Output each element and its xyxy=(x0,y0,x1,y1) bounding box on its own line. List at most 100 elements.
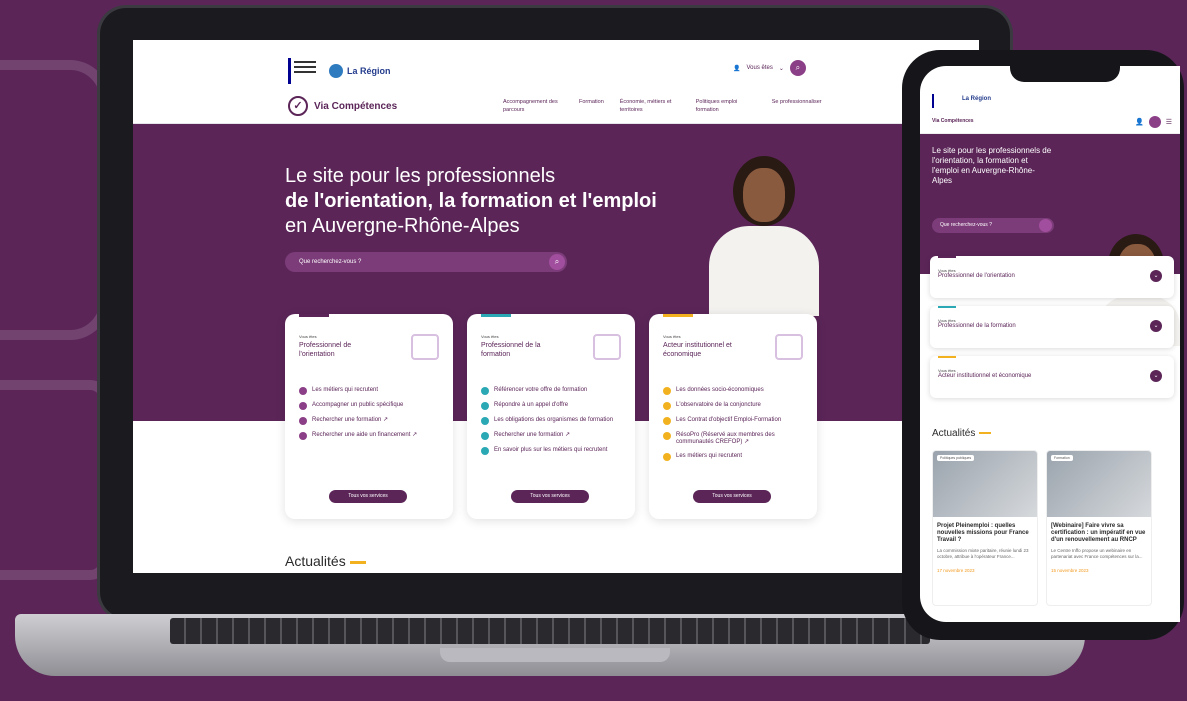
profile-card-formation: Vous êtes Professionnel de la formation … xyxy=(467,314,635,519)
brand-name[interactable]: Via Compétences xyxy=(932,118,974,124)
mobile-news-title: Actualités xyxy=(932,428,992,439)
all-services-button[interactable]: Tous vos services xyxy=(511,490,589,503)
nav-item-formation[interactable]: Formation xyxy=(579,98,604,114)
hero-title-line1: Le site pour les professionnels xyxy=(285,165,556,187)
mobile-profile-card[interactable]: Vous êtes Acteur institutionnel et écono… xyxy=(930,356,1174,398)
news-date: 15 novembre 2023 xyxy=(1051,568,1089,573)
list-item[interactable]: Les données socio-économiques xyxy=(663,387,803,395)
region-logo-text[interactable]: La Région xyxy=(962,96,991,102)
search-placeholder: Que recherchez-vous ? xyxy=(299,259,362,265)
list-item[interactable]: En savoir plus sur les métiers qui recru… xyxy=(481,447,621,455)
region-logo-icon xyxy=(329,64,343,78)
mobile-profile-card[interactable]: Vous êtes Professionnel de la formation … xyxy=(930,306,1174,348)
phone-notch xyxy=(1010,60,1120,82)
list-item[interactable]: Les obligations des organismes de format… xyxy=(481,417,621,425)
list-item[interactable]: Rechercher une formation ↗ xyxy=(481,432,621,440)
news-card[interactable]: Formation [Webinaire] Faire vivre sa cer… xyxy=(1046,450,1152,606)
mobile-hero: Le site pour les professionnels de l'ori… xyxy=(920,134,1180,346)
government-logo xyxy=(288,58,316,84)
list-item[interactable]: Accompagner un public spécifique xyxy=(299,402,439,410)
nav-item-accompagnement[interactable]: Accompagnement des parcours xyxy=(503,98,563,114)
news-image: Politiques publiques xyxy=(933,451,1037,517)
mobile-search-input[interactable]: Que recherchez-vous ? xyxy=(932,218,1054,233)
search-icon[interactable]: ⌕ xyxy=(789,60,806,76)
user-icon[interactable]: 👤 xyxy=(1135,118,1144,126)
hero-title-line3: en Auvergne-Rhône-Alpes xyxy=(285,215,520,237)
search-icon[interactable] xyxy=(1148,116,1161,128)
hamburger-menu-icon[interactable]: ☰ xyxy=(1166,118,1172,126)
arrow-icon xyxy=(299,417,307,425)
brand-name: Via Compétences xyxy=(314,100,398,112)
list-item[interactable]: RésoPro (Réservé aux membres des communa… xyxy=(663,432,803,446)
background-decoration xyxy=(0,380,110,580)
nav-item-professionnaliser[interactable]: Se professionnaliser xyxy=(772,98,822,114)
user-menu-label: Vous êtes xyxy=(746,65,773,71)
news-card[interactable]: Politiques publiques Projet Pleinemploi … xyxy=(932,450,1038,606)
news-image: Formation xyxy=(1047,451,1151,517)
nav-item-economie[interactable]: Économie, métiers et territoires xyxy=(620,98,680,114)
arrow-icon xyxy=(299,387,307,395)
chevron-down-icon: ⌄ xyxy=(778,65,784,72)
search-icon[interactable]: ⌕ xyxy=(549,254,565,270)
card-title: Professionnel de la formation xyxy=(481,342,541,358)
hero-title: Le site pour les professionnels de l'ori… xyxy=(285,164,725,239)
all-services-button[interactable]: Tous vos services xyxy=(329,490,407,503)
arrow-icon xyxy=(663,417,671,425)
list-item[interactable]: Les Contrat d'objectif Emploi-Formation xyxy=(663,417,803,425)
government-logo xyxy=(932,94,950,108)
arrow-icon xyxy=(663,432,671,440)
news-section-title: Actualités xyxy=(285,553,366,569)
news-headline: [Webinaire] Faire vivre sa certification… xyxy=(1051,523,1146,543)
region-logo-text: La Région xyxy=(347,66,391,76)
arrow-icon xyxy=(481,417,489,425)
orientation-illustration-icon xyxy=(411,334,439,360)
profile-cards: Vous êtes Professionnel de l'orientation… xyxy=(285,314,817,519)
hero-search-input[interactable]: Que recherchez-vous ? ⌕ xyxy=(285,252,567,272)
institution-illustration-icon xyxy=(775,334,803,360)
profile-card-orientation: Vous êtes Professionnel de l'orientation… xyxy=(285,314,453,519)
mobile-profile-card[interactable]: Vous êtes Professionnel de l'orientation… xyxy=(930,256,1174,298)
laptop-screen: La Région ✓ Via Compétences 👤 Vous êtes … xyxy=(133,40,979,573)
list-item[interactable]: Répondre à un appel d'offre xyxy=(481,402,621,410)
formation-illustration-icon xyxy=(593,334,621,360)
laptop-keyboard xyxy=(170,618,930,644)
chevron-down-icon[interactable]: ⌄ xyxy=(1150,320,1162,332)
arrow-icon xyxy=(299,432,307,440)
arrow-icon xyxy=(481,447,489,455)
news-summary: Le Centre Inffo propose un webinaire en … xyxy=(1051,548,1143,559)
background-decoration xyxy=(0,60,110,340)
mobile-hero-title: Le site pour les professionnels de l'ori… xyxy=(932,146,1052,185)
all-services-button[interactable]: Tous vos services xyxy=(693,490,771,503)
region-logo[interactable]: La Région xyxy=(329,64,391,78)
list-item[interactable]: Rechercher une aide un financement ↗ xyxy=(299,432,439,440)
arrow-icon xyxy=(299,402,307,410)
arrow-icon xyxy=(663,453,671,461)
profile-card-institutionnel: Vous êtes Acteur institutionnel et écono… xyxy=(649,314,817,519)
hero-title-line2: de l'orientation, la formation et l'empl… xyxy=(285,190,657,212)
card-title: Acteur institutionnel et économique xyxy=(663,342,732,358)
news-tag: Formation xyxy=(1051,455,1073,461)
nav-item-politiques[interactable]: Politiques emploi formation xyxy=(696,98,756,114)
chevron-down-icon[interactable]: ⌄ xyxy=(1150,270,1162,282)
arrow-icon xyxy=(481,402,489,410)
list-item[interactable]: Les métiers qui recrutent xyxy=(663,453,803,461)
news-headline: Projet Pleinemploi : quelles nouvelles m… xyxy=(937,523,1029,543)
checkmark-icon: ✓ xyxy=(288,96,308,116)
main-nav: Accompagnement des parcours Formation Éc… xyxy=(503,98,822,114)
list-item[interactable]: Référencer votre offre de formation xyxy=(481,387,621,395)
chevron-down-icon[interactable]: ⌄ xyxy=(1150,370,1162,382)
site-header: La Région ✓ Via Compétences 👤 Vous êtes … xyxy=(133,40,979,124)
list-item[interactable]: L'observatoire de la conjoncture xyxy=(663,402,803,410)
search-icon[interactable] xyxy=(1039,219,1052,232)
mobile-profile-cards: Vous êtes Professionnel de l'orientation… xyxy=(930,256,1174,406)
card-title: Professionnel de l'orientation xyxy=(299,342,352,358)
arrow-icon xyxy=(663,387,671,395)
news-tag: Politiques publiques xyxy=(937,455,975,461)
arrow-icon xyxy=(481,432,489,440)
list-item[interactable]: Les métiers qui recrutent xyxy=(299,387,439,395)
user-menu[interactable]: 👤 Vous êtes ⌄ ⌕ xyxy=(733,60,806,76)
via-competences-logo[interactable]: ✓ Via Compétences xyxy=(288,96,397,116)
user-icon: 👤 xyxy=(733,65,741,72)
list-item[interactable]: Rechercher une formation ↗ xyxy=(299,417,439,425)
news-date: 17 novembre 2023 xyxy=(937,568,975,573)
